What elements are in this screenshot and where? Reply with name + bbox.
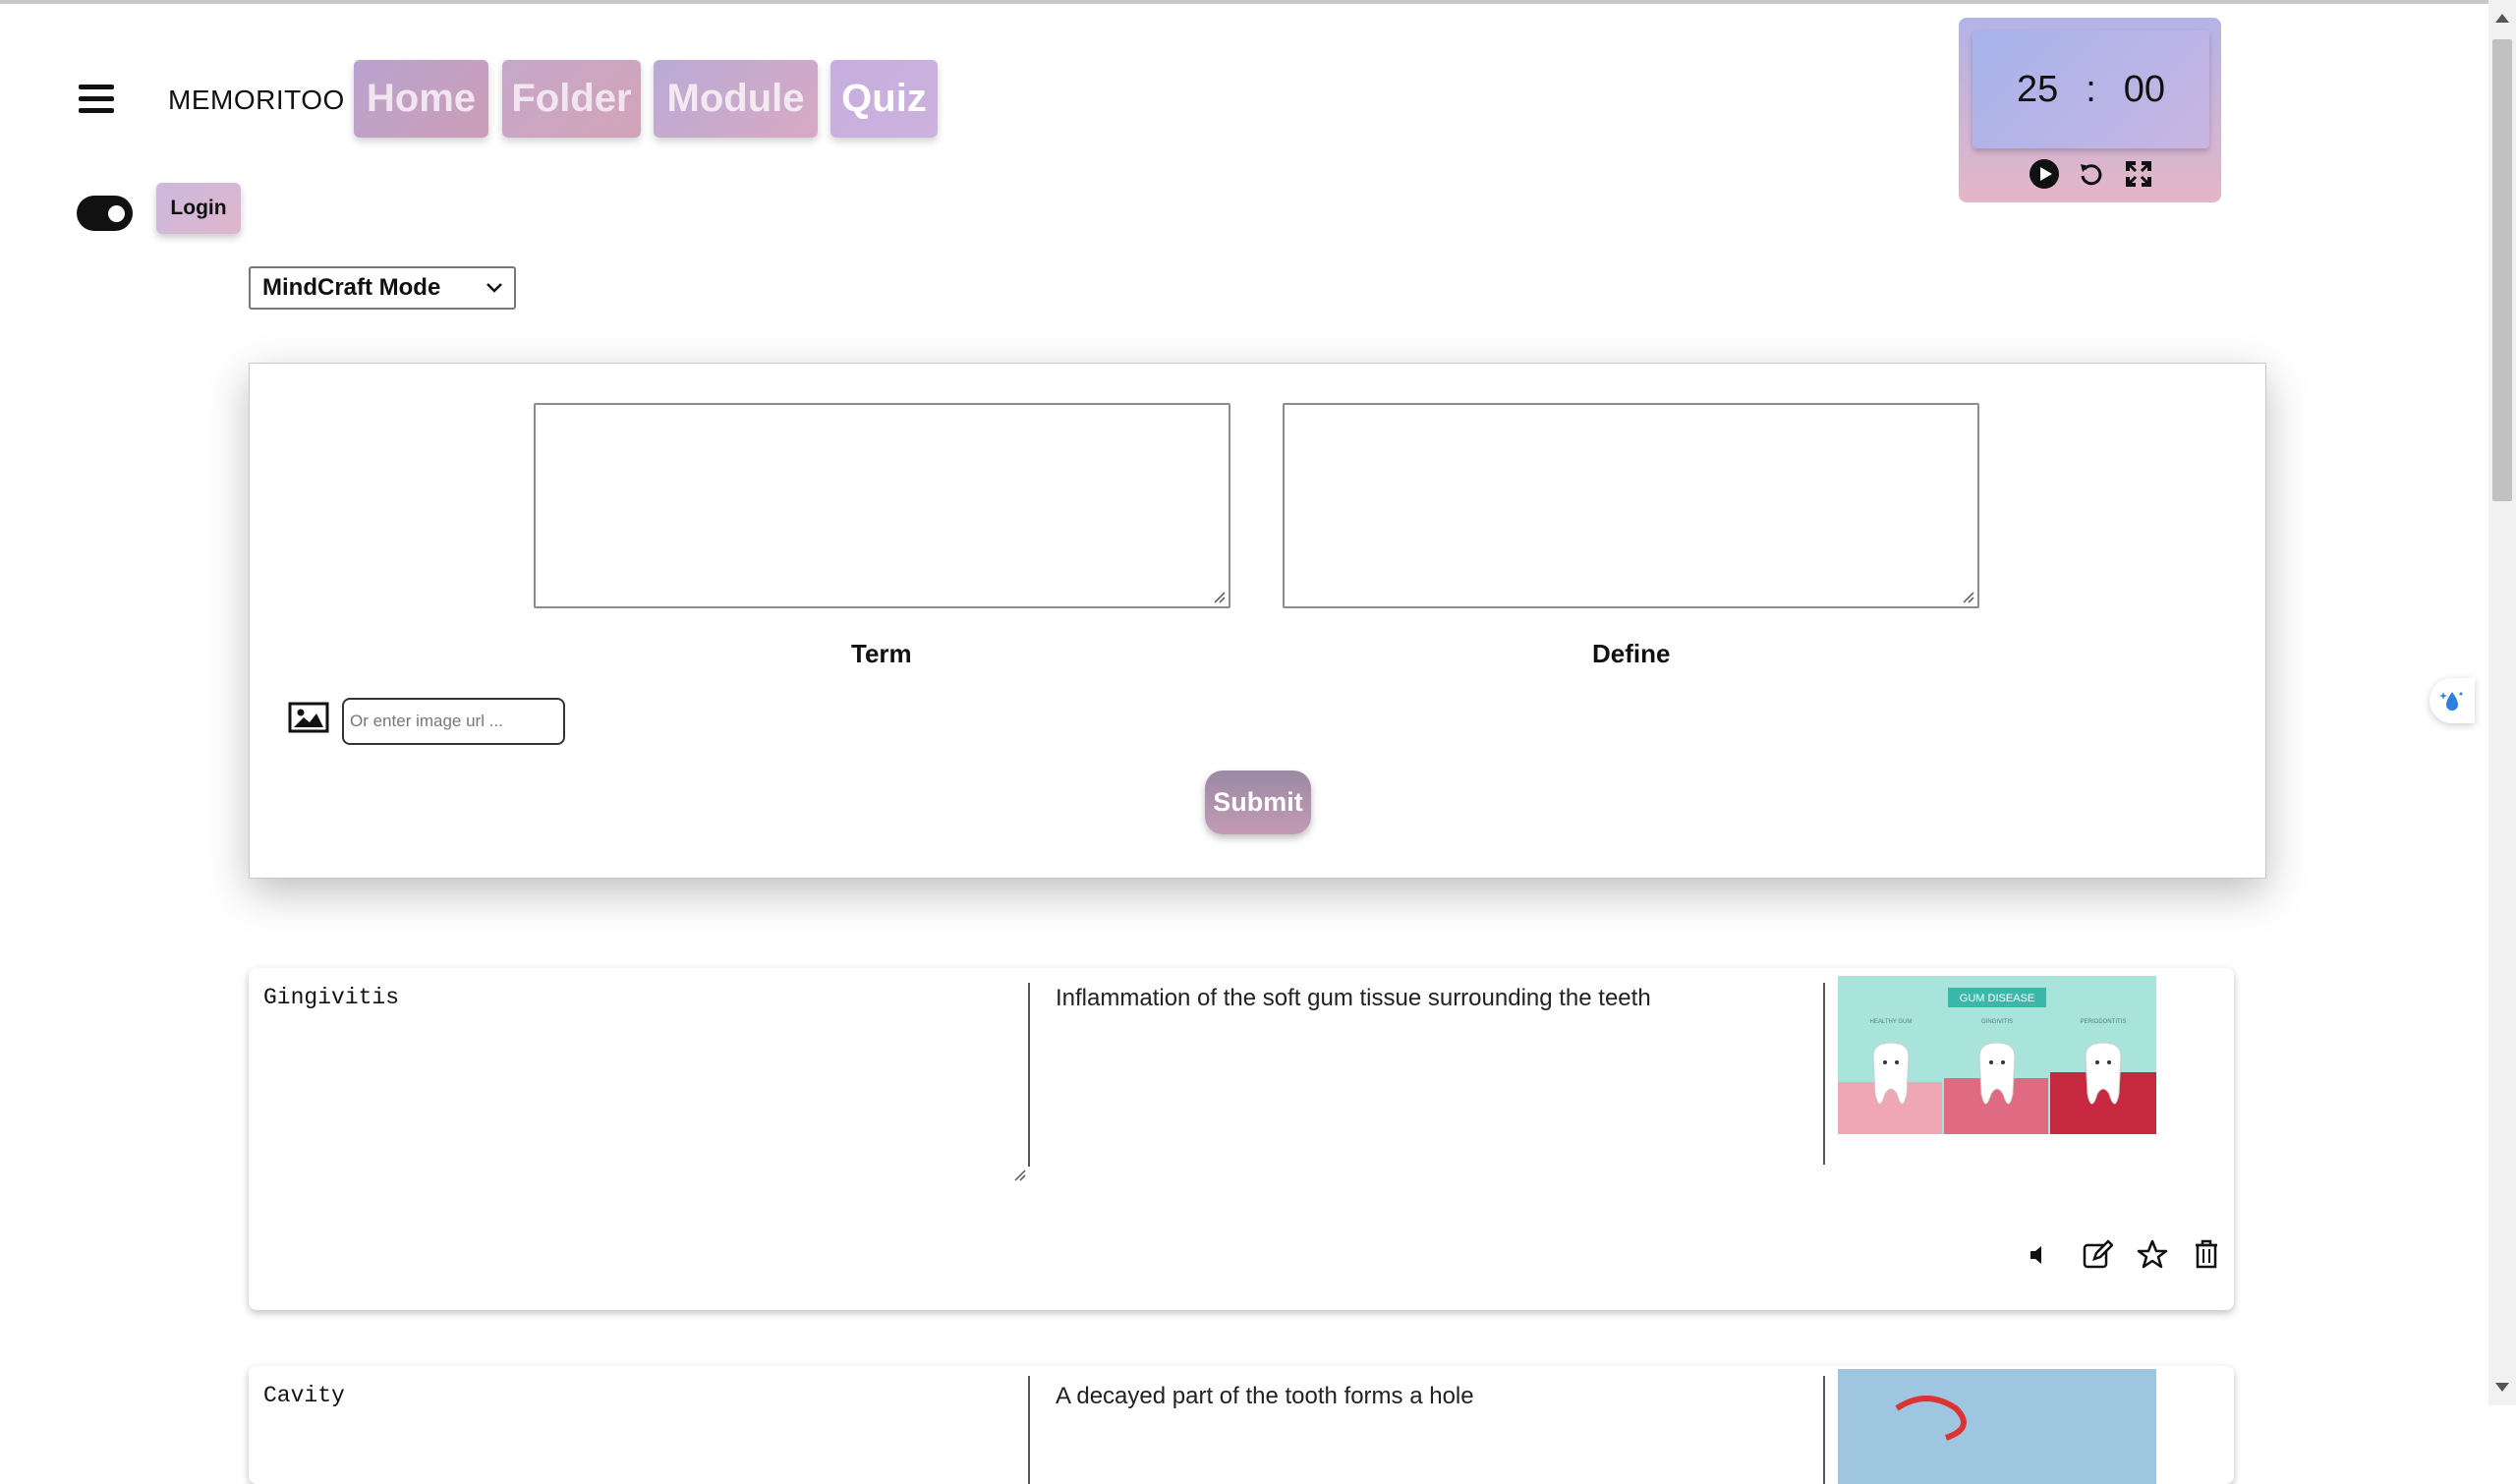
image-upload-icon[interactable] [288,702,329,738]
nav-module-button[interactable]: Module [654,60,818,138]
term-label: Term [851,639,912,668]
image-sublabel: GINGIVITIS [1981,1019,2013,1025]
image-sublabel: HEALTHY GUM [1870,1019,1913,1025]
card-divider [1028,1376,1030,1484]
play-icon[interactable] [2028,157,2061,191]
scroll-down-icon[interactable] [2495,1383,2509,1392]
brand-logo[interactable]: MEMORITOO [168,85,345,116]
vertical-scrollbar[interactable] [2488,0,2516,1405]
theme-toggle[interactable] [77,196,133,231]
flashcard: Cavity A decayed part of the tooth forms… [249,1366,2234,1484]
card-divider [1823,1376,1825,1484]
chevron-down-icon [483,276,506,307]
image-url-placeholder: Or enter image url ... [350,712,503,730]
nav-home-button[interactable]: Home [354,60,488,138]
card-divider [1823,983,1825,1165]
define-label: Define [1592,639,1671,668]
card-image: GUM DISEASE HEALTHY GUM GINGIVITIS PERIO… [1838,976,2156,1134]
resize-grip-icon[interactable] [1960,589,1975,604]
term-textarea[interactable] [534,403,1230,608]
card-image [1838,1369,2156,1484]
flashcard: Gingivitis Inflammation of the soft gum … [249,968,2234,1310]
add-card-form: Term Define Or enter image url ... Submi… [249,363,2266,879]
nav-folder-button[interactable]: Folder [502,60,641,138]
speaker-icon[interactable] [2028,1235,2049,1275]
card-divider [1028,983,1030,1167]
window-top-border [0,0,2516,4]
timer-separator: : [2086,68,2096,110]
mode-select[interactable]: MindCraft Mode [249,266,516,310]
star-icon[interactable] [2137,1235,2168,1275]
nav-quiz-button[interactable]: Quiz [830,60,938,138]
menu-icon[interactable] [79,85,114,114]
card-term[interactable]: Gingivitis [263,985,399,1010]
image-caption: GUM DISEASE [1960,993,2034,1004]
card-definition[interactable]: Inflammation of the soft gum tissue surr… [1056,985,1651,1012]
scroll-thumb[interactable] [2492,39,2512,501]
submit-button[interactable]: Submit [1205,771,1311,834]
mode-select-value: MindCraft Mode [262,274,441,301]
pomodoro-timer: 25 : 00 [1959,18,2221,202]
fullscreen-icon[interactable] [2122,157,2155,191]
timer-minutes: 25 [2016,68,2059,110]
trash-icon[interactable] [2193,1235,2220,1275]
reset-icon[interactable] [2075,157,2108,191]
edit-icon[interactable] [2082,1235,2114,1275]
assistant-icon[interactable] [2430,678,2475,723]
timer-display: 25 : 00 [1973,30,2209,148]
resize-grip-icon[interactable] [1211,589,1227,604]
scroll-up-icon[interactable] [2495,14,2509,23]
card-term[interactable]: Cavity [263,1383,345,1408]
image-url-input[interactable]: Or enter image url ... [342,698,565,745]
timer-seconds: 00 [2123,68,2166,110]
resize-grip-icon[interactable] [1011,1167,1027,1182]
card-definition[interactable]: A decayed part of the tooth forms a hole [1056,1383,1474,1410]
image-sublabel: PERIODONTITIS [2081,1019,2127,1025]
timer-controls [2028,156,2155,192]
login-button[interactable]: Login [156,183,241,234]
define-textarea[interactable] [1283,403,1979,608]
